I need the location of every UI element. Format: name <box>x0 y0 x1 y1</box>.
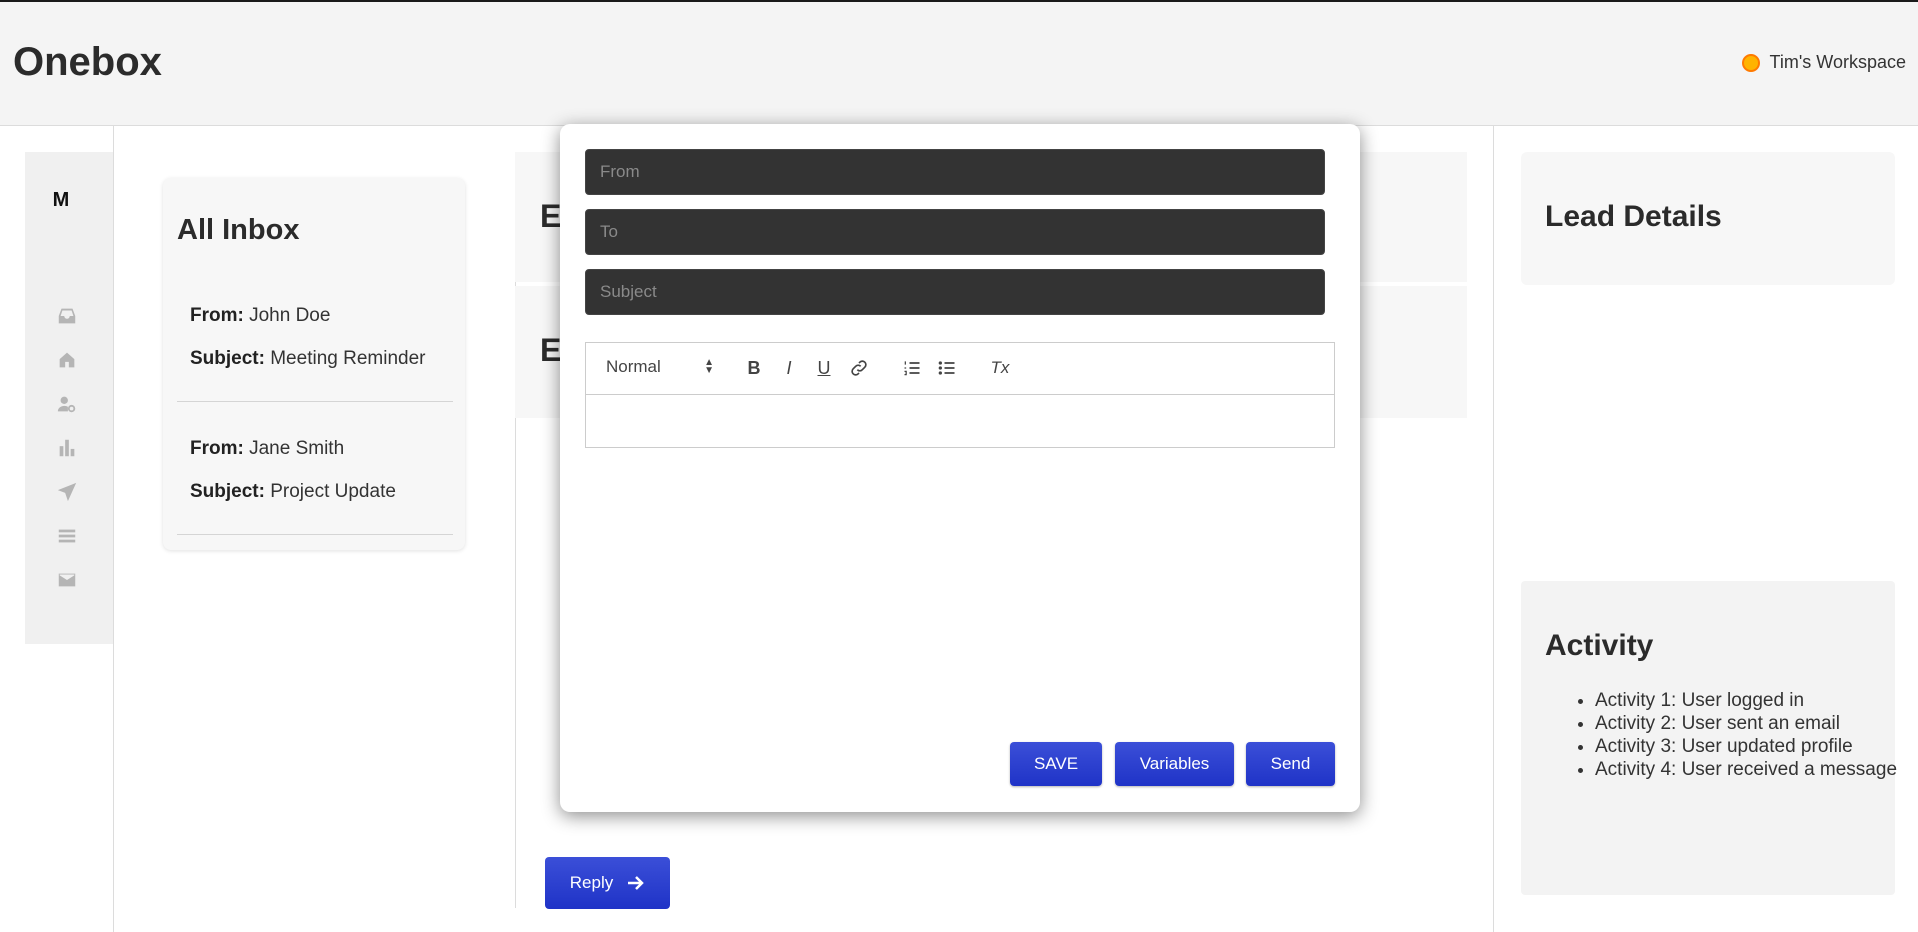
send-button[interactable]: Send <box>1246 742 1335 786</box>
inbox-tray-icon[interactable] <box>55 304 79 328</box>
link-icon[interactable] <box>847 356 871 380</box>
bold-button[interactable]: B <box>742 356 766 380</box>
rich-text-editor: Normal ▲ ▼ B I U Tx <box>585 342 1335 448</box>
list-icon[interactable] <box>55 524 79 548</box>
left-nav-rail: M <box>25 152 113 644</box>
subject-label: Subject: <box>190 481 265 502</box>
editor-body[interactable] <box>586 395 1334 447</box>
mail-from-line: From: John Doe <box>177 294 453 337</box>
from-field[interactable] <box>585 149 1325 195</box>
compose-modal: Normal ▲▼ B I U Tx SAVE Variables Send <box>560 124 1360 812</box>
activity-item: Activity 3: User updated profile <box>1595 735 1918 758</box>
mail-subject-line: Subject: Meeting Reminder <box>177 337 453 380</box>
bullet-list-icon[interactable] <box>935 356 959 380</box>
list-item[interactable]: From: John Doe Subject: Meeting Reminder <box>177 294 453 402</box>
list-item[interactable]: From: Jane Smith Subject: Project Update <box>177 427 453 535</box>
send-icon[interactable] <box>55 480 79 504</box>
clear-format-button[interactable]: Tx <box>988 356 1012 380</box>
italic-button[interactable]: I <box>777 356 801 380</box>
to-field[interactable] <box>585 209 1325 255</box>
format-select[interactable]: Normal ▲ ▼ <box>606 357 714 377</box>
workspace-label: Tim's Workspace <box>1769 52 1906 72</box>
logo-icon[interactable]: M <box>49 188 73 212</box>
user-search-icon[interactable] <box>55 392 79 416</box>
mail-subject: Meeting Reminder <box>270 348 426 369</box>
bar-chart-icon[interactable] <box>55 436 79 460</box>
variables-button[interactable]: Variables <box>1115 742 1234 786</box>
right-divider <box>1493 126 1494 932</box>
arrow-right-icon <box>628 876 645 890</box>
home-icon[interactable] <box>55 348 79 372</box>
activity-item: Activity 1: User logged in <box>1595 689 1918 712</box>
activity-card: Activity Activity 1: User logged in Acti… <box>1521 581 1897 895</box>
lead-details-title: Lead Details <box>1545 200 1722 233</box>
mail-subject-line: Subject: Project Update <box>177 470 453 513</box>
mail-sender: Jane Smith <box>249 438 345 459</box>
select-arrows-icon: ▲ ▼ <box>704 357 714 376</box>
lead-details-card: Lead Details <box>1521 152 1895 285</box>
from-label: From: <box>190 305 244 326</box>
from-label: From: <box>190 438 244 459</box>
ordered-list-icon[interactable] <box>900 356 924 380</box>
subject-label: Subject: <box>190 348 265 369</box>
mail-icon[interactable] <box>55 568 79 592</box>
editor-toolbar: Normal ▲ ▼ B I U Tx <box>586 343 1334 395</box>
mail-sender: John Doe <box>249 305 331 326</box>
panel-heading-peek: E <box>540 198 562 234</box>
activity-title: Activity <box>1545 629 1654 662</box>
top-bar: Onebox Tim's Workspace <box>0 0 1918 126</box>
workspace-status-icon <box>1741 53 1760 72</box>
activity-item: Activity 2: User sent an email <box>1595 712 1918 735</box>
save-button[interactable]: SAVE <box>1010 742 1102 786</box>
underline-button[interactable]: U <box>812 356 836 380</box>
format-select-value: Normal <box>606 357 661 376</box>
app-title: Onebox <box>13 40 162 84</box>
inbox-card: All Inbox From: John Doe Subject: Meetin… <box>163 178 465 550</box>
workspace-selector[interactable]: Tim's Workspace <box>1741 52 1906 73</box>
reply-button[interactable]: Reply <box>545 857 670 909</box>
rail-divider <box>113 126 114 932</box>
activity-item: Activity 4: User received a message <box>1595 758 1918 781</box>
mail-from-line: From: Jane Smith <box>177 427 453 470</box>
activity-list: Activity 1: User logged in Activity 2: U… <box>1545 689 1918 781</box>
reply-label: Reply <box>569 873 614 892</box>
subject-field[interactable] <box>585 269 1325 315</box>
inbox-title: All Inbox <box>177 214 300 246</box>
mail-subject: Project Update <box>270 481 396 502</box>
panel-heading-peek: E <box>540 332 562 368</box>
